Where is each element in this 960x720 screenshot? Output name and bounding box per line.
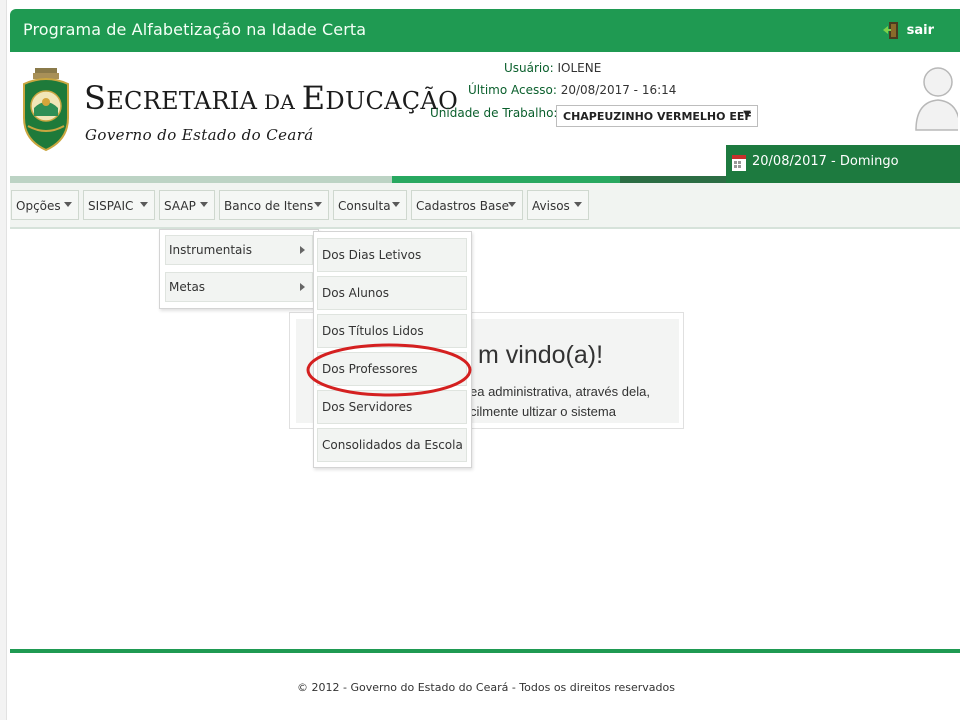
caret-down-icon xyxy=(200,202,208,207)
welcome-text: ea administrativa, através dela, cilment… xyxy=(470,384,650,419)
highlight-ellipse-annotation xyxy=(306,343,472,397)
menu-consulta[interactable]: Consulta xyxy=(333,190,407,220)
menu-sispaic[interactable]: SISPAIC xyxy=(83,190,155,220)
footer-divider xyxy=(10,649,960,653)
usuario-label: Usuário: xyxy=(504,61,554,75)
date-badge: 20/08/2017 - Domingo xyxy=(726,145,960,183)
caret-down-icon xyxy=(64,202,72,207)
top-header-bar: Programa de Alfabetização na Idade Certa… xyxy=(10,9,960,52)
footer-copyright: © 2012 - Governo do Estado do Ceará - To… xyxy=(297,681,675,694)
left-edge-bar xyxy=(0,0,7,720)
submenu-item-dias-letivos[interactable]: Dos Dias Letivos xyxy=(317,238,467,272)
caret-down-icon xyxy=(140,202,148,207)
caret-down-icon xyxy=(314,202,322,207)
menu-saap[interactable]: SAAP xyxy=(159,190,215,220)
app-title: Programa de Alfabetização na Idade Certa xyxy=(23,20,367,39)
menu-avisos[interactable]: Avisos xyxy=(527,190,589,220)
ceara-coat-of-arms-logo xyxy=(20,66,72,156)
logout-label: sair xyxy=(906,23,934,38)
welcome-title: m vindo(a)! xyxy=(478,341,604,369)
submenu-item-metas[interactable]: Metas xyxy=(165,272,313,302)
unidade-trabalho-select[interactable]: CHAPEUZINHO VERMELHO EEF ▼ xyxy=(556,105,758,127)
chevron-right-icon xyxy=(300,283,305,291)
menu-cadastros-base[interactable]: Cadastros Base xyxy=(411,190,523,220)
caret-down-icon xyxy=(392,202,400,207)
submenu-item-alunos[interactable]: Dos Alunos xyxy=(317,276,467,310)
user-avatar xyxy=(914,62,960,132)
ultimo-acesso-value: 20/08/2017 - 16:14 xyxy=(560,83,677,97)
logout-button[interactable]: sair xyxy=(882,21,934,40)
ultimo-acesso-label: Último Acesso: xyxy=(468,83,557,97)
caret-down-icon xyxy=(574,202,582,207)
main-menu-bar: Opções SISPAIC SAAP Banco de Itens Consu… xyxy=(10,183,960,229)
exit-door-icon xyxy=(882,21,899,40)
submenu-item-consolidados-escola[interactable]: Consolidados da Escola xyxy=(317,428,467,462)
brand-title: SECRETARIA DA EDUCAÇÃO xyxy=(84,79,459,117)
date-text: 20/08/2017 - Domingo xyxy=(752,154,899,169)
calendar-icon xyxy=(732,155,746,171)
unidade-label: Unidade de Trabalho: xyxy=(430,106,558,120)
chevron-right-icon xyxy=(300,246,305,254)
saap-submenu: Instrumentais Metas xyxy=(159,229,319,309)
brand-subtitle: Governo do Estado do Ceará xyxy=(85,126,314,144)
submenu-item-instrumentais[interactable]: Instrumentais xyxy=(165,235,313,265)
menu-banco-de-itens[interactable]: Banco de Itens xyxy=(219,190,329,220)
select-arrow-icon: ▼ xyxy=(743,109,751,120)
menu-opcoes[interactable]: Opções xyxy=(11,190,79,220)
usuario-value: IOLENE xyxy=(557,61,602,75)
caret-down-icon xyxy=(508,202,516,207)
